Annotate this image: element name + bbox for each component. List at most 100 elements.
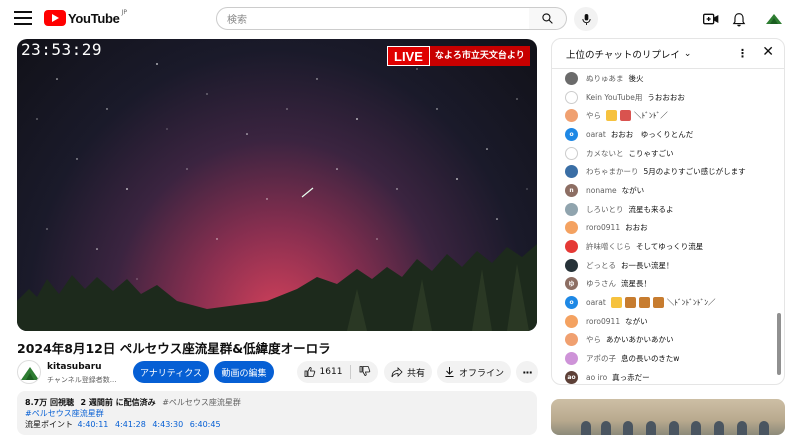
chat-author-name[interactable]: わちゃまかーり — [586, 166, 639, 177]
chat-message: ao ao iro 真っ赤だー — [552, 368, 778, 384]
chat-author-avatar[interactable]: o — [565, 296, 578, 310]
timestamp-link[interactable]: 4:40:11 — [78, 420, 109, 429]
video-player[interactable]: 23:53:29 LIVE なよろ市立天文台より — [17, 39, 537, 331]
youtube-logo[interactable]: YouTube JP — [44, 9, 127, 26]
chat-author-avatar[interactable]: ao — [565, 370, 578, 384]
chat-author-name[interactable]: oarat — [586, 130, 606, 139]
chat-author-name[interactable]: roro0911 — [586, 223, 620, 232]
chat-author-name[interactable]: カメないと — [586, 148, 624, 159]
more-actions-button[interactable]: ··· — [516, 361, 538, 383]
chat-message-text: うおおおお — [647, 92, 685, 102]
chat-author-name[interactable]: roro0911 — [586, 317, 620, 326]
menu-icon[interactable] — [14, 11, 32, 25]
analytics-button[interactable]: アナリティクス — [133, 361, 209, 383]
like-count: 1611 — [319, 367, 343, 377]
video-title: 2024年8月12日 ペルセウス座流星群&低緯度オーロラ — [17, 341, 331, 356]
like-button[interactable]: 1611 — [304, 366, 343, 378]
chat-message-text: 息の長いのきたw — [621, 354, 680, 364]
chat-author-avatar[interactable]: ゆ — [565, 277, 578, 291]
meteor-points-line: 流星ポイント 4:40:11 4:41:28 4:43:30 6:40:45 — [25, 419, 529, 430]
top-bar: YouTube JP 検索 — [0, 0, 800, 38]
chat-author-name[interactable]: ぬりゅあま — [586, 73, 624, 84]
download-icon — [445, 367, 454, 377]
chat-message: roro0911 ながい — [552, 312, 778, 331]
chat-message: ゆゆうさん 流星長！ — [552, 275, 778, 294]
notifications-button[interactable] — [729, 9, 749, 29]
meteor-points-label: 流星ポイント — [25, 420, 73, 429]
live-source-label: なよろ市立天文台より — [429, 46, 530, 66]
chat-author-avatar[interactable] — [565, 240, 578, 254]
channel-name[interactable]: kitasubaru — [47, 362, 102, 372]
recommended-video-thumbnail[interactable] — [551, 399, 785, 435]
live-overlay: LIVE なよろ市立天文台より — [387, 46, 530, 66]
chat-header: 上位のチャットのリプレイ ⌄ ⋮ ✕ — [552, 39, 784, 69]
chat-author-avatar[interactable] — [565, 165, 578, 179]
chat-author-avatar[interactable]: o — [565, 127, 578, 141]
chat-author-avatar[interactable] — [565, 202, 578, 216]
close-icon[interactable]: ✕ — [762, 44, 774, 60]
chat-author-name[interactable]: どっとる — [586, 260, 616, 271]
channel-subscribers: チャンネル登録者数... — [47, 376, 117, 384]
chat-title: 上位のチャットのリプレイ — [566, 49, 680, 61]
youtube-play-icon — [44, 10, 66, 26]
thumbs-up-icon — [304, 367, 315, 377]
chat-author-name[interactable]: やら — [586, 334, 601, 345]
search-button[interactable] — [529, 7, 567, 30]
chat-author-name[interactable]: アポの子 — [586, 353, 616, 364]
dislike-button[interactable] — [359, 365, 371, 380]
timestamp-link[interactable]: 4:41:28 — [115, 420, 146, 429]
chat-message: しろいとり 流星も来るよ — [552, 200, 778, 219]
chat-author-avatar[interactable] — [565, 333, 578, 347]
chat-message-text: おおお — [625, 223, 648, 233]
chat-author-avatar[interactable] — [565, 109, 578, 123]
chat-message: アポの子 息の長いのきたw — [552, 349, 778, 368]
voice-search-button[interactable] — [574, 7, 598, 31]
chat-author-avatar[interactable] — [565, 71, 578, 85]
chat-author-name[interactable]: ao iro — [586, 373, 607, 382]
chat-author-avatar[interactable] — [565, 258, 578, 272]
chat-message: やら ＼ﾄﾞﾝﾄﾞ／ — [552, 106, 778, 125]
chat-message-text: 真っ赤だー — [612, 372, 650, 382]
chat-message-text: 5月のよりすごい感じがします — [643, 167, 746, 177]
offline-download-button[interactable]: オフライン — [437, 361, 511, 383]
create-video-icon — [703, 13, 719, 25]
account-avatar[interactable] — [764, 9, 784, 29]
chat-author-name[interactable]: やら — [586, 110, 601, 121]
chat-author-name[interactable]: Kein YouTube用 — [586, 92, 642, 103]
chat-message-text: あかいあかいあかい — [606, 335, 674, 345]
thumbs-down-icon — [360, 365, 371, 376]
chat-scrollbar[interactable] — [777, 313, 781, 375]
offline-label: オフライン — [458, 368, 504, 379]
chat-message: カメないと こりゃすごい — [552, 144, 778, 163]
inline-hashtag[interactable]: #ペルセウス座流星群 — [162, 398, 241, 407]
chat-mode-dropdown[interactable]: 上位のチャットのリプレイ ⌄ — [566, 47, 691, 61]
description-box[interactable]: 8.7万 回視聴 2 週間前 に配信済み #ペルセウス座流星群 #ペルセウス座流… — [17, 391, 537, 435]
chat-author-avatar[interactable] — [565, 221, 578, 235]
night-sky-scene — [17, 63, 537, 331]
share-icon — [391, 366, 403, 377]
chat-author-name[interactable]: 許味噌くじら — [586, 241, 631, 252]
edit-video-button[interactable]: 動画の編集 — [214, 361, 274, 383]
chat-author-name[interactable]: ゆうさん — [586, 278, 616, 289]
chat-author-avatar[interactable] — [565, 352, 578, 366]
timestamp-link[interactable]: 4:43:30 — [152, 420, 183, 429]
chat-author-name[interactable]: しろいとり — [586, 204, 624, 215]
hashtag-link[interactable]: #ペルセウス座流星群 — [25, 408, 529, 419]
view-count: 8.7万 回視聴 — [25, 398, 74, 407]
chat-author-name[interactable]: oarat — [586, 298, 606, 307]
share-button[interactable]: 共有 — [384, 361, 432, 383]
chat-author-name[interactable]: noname — [586, 186, 617, 195]
share-label: 共有 — [406, 368, 425, 379]
search-input[interactable]: 検索 — [216, 7, 530, 30]
timestamp-link[interactable]: 6:40:45 — [190, 420, 221, 429]
create-button[interactable] — [701, 9, 721, 29]
channel-avatar[interactable] — [17, 360, 41, 384]
chat-author-avatar[interactable] — [565, 90, 578, 104]
like-divider — [350, 365, 352, 379]
chat-author-avatar[interactable] — [565, 146, 578, 160]
chat-author-avatar[interactable] — [565, 314, 578, 328]
more-vertical-icon[interactable]: ⋮ — [737, 47, 748, 60]
description-meta-line: 8.7万 回視聴 2 週間前 に配信済み #ペルセウス座流星群 — [25, 397, 529, 408]
chat-message: o oarat ＼ﾄﾞﾝﾄﾞﾝﾄﾞﾝ／ — [552, 293, 778, 312]
chat-author-avatar[interactable]: n — [565, 183, 578, 197]
